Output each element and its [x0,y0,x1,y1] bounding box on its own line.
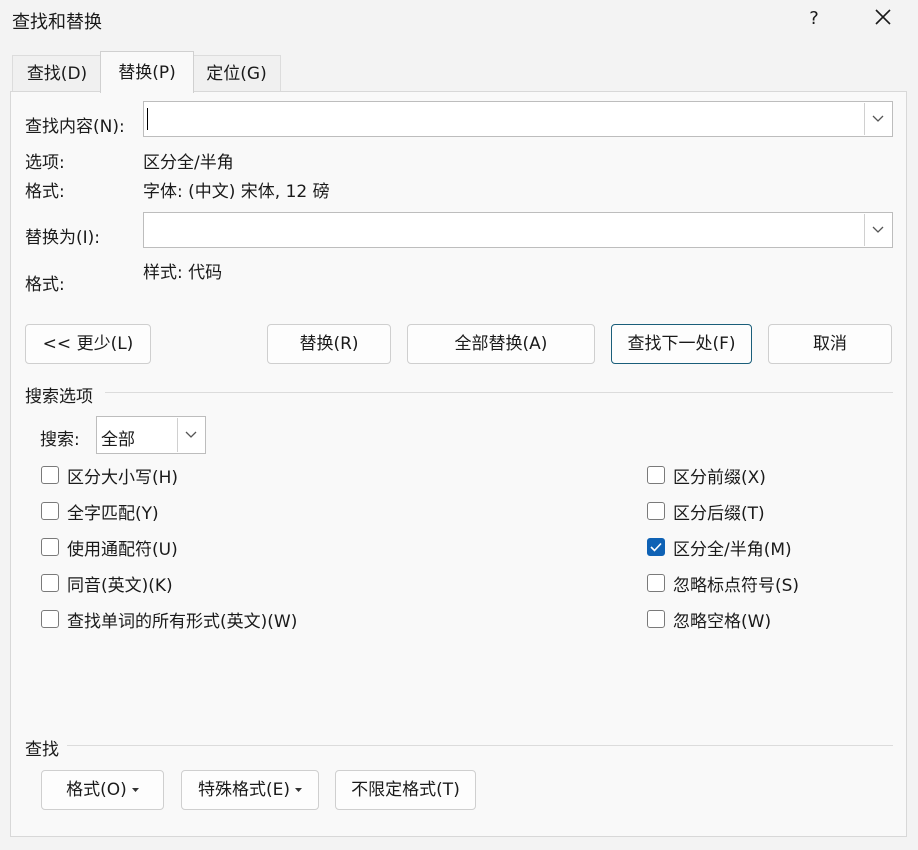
checkbox-label: 区分全/半角(M) [673,539,792,560]
tab-goto[interactable]: 定位(G) [192,55,281,92]
checkbox-match-suffix[interactable]: 区分后缀(T) [647,500,765,524]
close-icon [875,9,891,25]
title-bar: 查找和替换 ? [0,0,918,42]
search-scope-dropdown-button[interactable] [177,418,204,452]
chevron-down-icon [185,431,197,438]
window-title: 查找和替换 [12,12,102,33]
search-scope-value: 全部 [101,430,135,450]
replace-format-value: 样式: 代码 [143,263,223,283]
checkbox-label: 忽略标点符号(S) [673,575,800,596]
checkbox-sounds-like[interactable]: 同音(英文)(K) [41,572,173,596]
replace-panel: 查找内容(N): 选项: 区分全/半角 格式: 字体: (中文) 宋体, 12 … [10,91,907,837]
checkbox-whole-word[interactable]: 全字匹配(Y) [41,500,159,524]
replace-dropdown-button[interactable] [864,214,891,246]
chevron-down-icon [872,115,884,122]
caret-down-icon [131,787,139,792]
tab-replace[interactable]: 替换(P) [100,51,194,93]
checkbox-wildcards[interactable]: 使用通配符(U) [41,536,178,560]
search-label: 搜索: [40,430,80,450]
checkbox-match-case[interactable]: 区分大小写(H) [41,464,179,488]
no-formatting-button[interactable]: 不限定格式(T) [335,770,476,810]
text-caret [147,108,148,130]
checkbox-all-word-forms[interactable]: 查找单词的所有形式(英文)(W) [41,608,298,632]
less-button[interactable]: << 更少(L) [25,324,151,364]
close-button[interactable] [862,4,904,34]
format-button-label: 格式(O) [66,780,127,800]
replace-format-label: 格式: [25,275,65,295]
checkbox-box[interactable] [647,610,665,628]
checkbox-box[interactable] [41,574,59,592]
special-format-menu-button[interactable]: 特殊格式(E) [181,770,319,810]
checkbox-box[interactable] [647,502,665,520]
checkbox-box[interactable] [41,610,59,628]
find-next-button[interactable]: 查找下一处(F) [611,324,752,364]
checkbox-label: 区分前缀(X) [673,467,766,488]
find-input[interactable] [143,101,893,137]
tab-find[interactable]: 查找(D) [12,55,102,92]
chevron-down-icon [872,226,884,233]
checkbox-box[interactable] [647,466,665,484]
find-label: 查找内容(N): [25,117,125,137]
checkbox-label: 使用通配符(U) [67,539,178,560]
checkbox-box[interactable] [647,538,665,556]
find-format-value: 字体: (中文) 宋体, 12 磅 [143,182,330,202]
special-format-button-label: 特殊格式(E) [197,780,290,800]
replace-button[interactable]: 替换(R) [267,324,391,364]
checkbox-match-prefix[interactable]: 区分前缀(X) [647,464,766,488]
divider [105,392,893,393]
replace-all-button[interactable]: 全部替换(A) [407,324,595,364]
find-section-title: 查找 [25,740,59,760]
replace-input[interactable] [143,212,893,248]
checkbox-label: 区分后缀(T) [673,503,765,524]
caret-down-icon [295,787,302,792]
checkbox-box[interactable] [41,538,59,556]
checkbox-box[interactable] [647,574,665,592]
checkmark-icon [650,542,662,552]
checkbox-box[interactable] [41,466,59,484]
options-label: 选项: [25,153,65,173]
search-scope-select[interactable]: 全部 [96,416,206,454]
help-button[interactable]: ? [796,4,832,34]
dialog-body: 查找(D) 替换(P) 定位(G) 查找内容(N): 选项: 区分全/半角 格式… [0,42,918,850]
options-value: 区分全/半角 [143,153,234,173]
checkbox-ignore-punctuation[interactable]: 忽略标点符号(S) [647,572,800,596]
replace-label: 替换为(I): [25,228,101,248]
checkbox-box[interactable] [41,502,59,520]
checkbox-label: 忽略空格(W) [673,611,772,632]
format-menu-button[interactable]: 格式(O) [41,770,164,810]
checkbox-label: 区分大小写(H) [67,467,179,488]
checkbox-label: 全字匹配(Y) [67,503,159,524]
find-format-label: 格式: [25,182,65,202]
checkbox-label: 同音(英文)(K) [67,575,173,596]
find-dropdown-button[interactable] [864,103,891,135]
cancel-button[interactable]: 取消 [768,324,892,364]
search-options-title: 搜索选项 [25,387,93,407]
checkbox-label: 查找单词的所有形式(英文)(W) [67,611,298,632]
checkbox-ignore-whitespace[interactable]: 忽略空格(W) [647,608,772,632]
divider [67,745,893,746]
checkbox-match-width[interactable]: 区分全/半角(M) [647,536,792,560]
